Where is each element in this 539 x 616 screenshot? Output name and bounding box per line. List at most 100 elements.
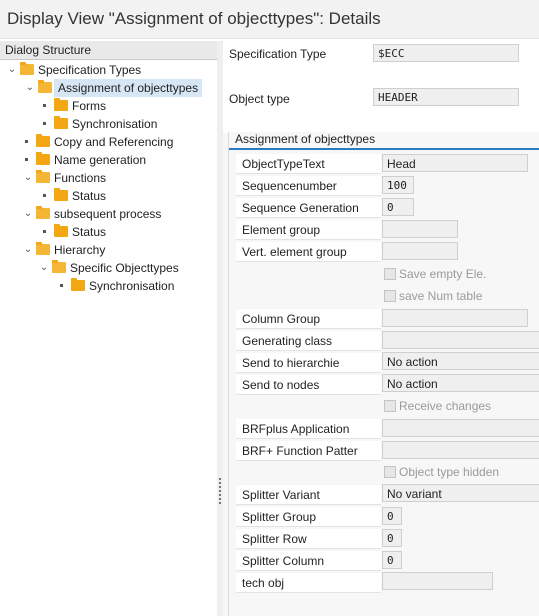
tree-node-label: Specification Types xyxy=(38,63,142,77)
folder-icon xyxy=(71,278,85,291)
brfplus-application-field[interactable] xyxy=(382,419,539,437)
sequencenumber-field[interactable]: 100 xyxy=(382,176,414,194)
save-num-table-checkbox[interactable] xyxy=(384,290,396,302)
tech-obj-label: tech obj xyxy=(236,573,381,593)
folder-open-icon xyxy=(36,242,50,255)
assignment-group: Assignment of objecttypes ObjectTypeText… xyxy=(228,132,539,616)
key-fields-area: Specification Type $ECC Object type HEAD… xyxy=(223,41,539,133)
group-title: Assignment of objecttypes xyxy=(235,132,376,146)
object-type-label: Object type xyxy=(229,92,290,106)
splitter-grip-icon[interactable] xyxy=(219,478,221,504)
folder-open-icon xyxy=(20,62,34,75)
group-title-underline xyxy=(229,148,539,150)
leaf-bullet-icon xyxy=(43,230,46,233)
specification-type-field[interactable]: $ECC xyxy=(373,44,519,62)
collapse-icon[interactable]: ⌄ xyxy=(22,241,34,259)
column-group-label: Column Group xyxy=(236,309,381,329)
collapse-icon[interactable]: ⌄ xyxy=(24,79,36,97)
leaf-bullet-icon xyxy=(43,104,46,107)
tree-node-label: Copy and Referencing xyxy=(54,135,174,149)
vert-element-group-label: Vert. element group xyxy=(236,242,381,262)
folder-icon xyxy=(36,152,50,165)
tree-node-subsequent-process[interactable]: ⌄ subsequent process xyxy=(22,205,202,223)
leaf-bullet-icon xyxy=(25,158,28,161)
tree-node-label: Name generation xyxy=(54,153,147,167)
folder-icon xyxy=(36,134,50,147)
object-type-field[interactable]: HEADER xyxy=(373,88,519,106)
send-to-hierarchie-label: Send to hierarchie xyxy=(236,353,381,373)
splitter-variant-field[interactable]: No variant xyxy=(382,484,539,502)
object-type-text-field[interactable]: Head xyxy=(382,154,528,172)
tree-node-label: Specific Objecttypes xyxy=(70,261,179,275)
splitter-column-field[interactable]: 0 xyxy=(382,551,402,569)
folder-icon xyxy=(54,224,68,237)
leaf-bullet-icon xyxy=(43,122,46,125)
save-empty-checkbox[interactable] xyxy=(384,268,396,280)
receive-changes-checkbox[interactable] xyxy=(384,400,396,412)
tree-node-label: Synchronisation xyxy=(89,279,175,293)
splitter-row-label: Splitter Row xyxy=(236,529,381,549)
splitter-column-label: Splitter Column xyxy=(236,551,381,571)
sequencenumber-label: Sequencenumber xyxy=(236,176,381,196)
element-group-label: Element group xyxy=(236,220,381,240)
tree-node-status[interactable]: Status xyxy=(40,223,200,241)
tree-node-specific-objecttypes[interactable]: ⌄ Specific Objecttypes xyxy=(38,259,208,277)
folder-open-icon xyxy=(38,80,52,93)
dialog-structure-title: Dialog Structure xyxy=(5,43,92,57)
tree-node-label: Forms xyxy=(72,99,106,113)
tree-node-functions[interactable]: ⌄ Functions xyxy=(22,169,202,187)
sequence-generation-field[interactable]: 0 xyxy=(382,198,414,216)
brf-function-pattern-field[interactable] xyxy=(382,441,539,459)
element-group-field[interactable] xyxy=(382,220,458,238)
tree-node-status[interactable]: Status xyxy=(40,187,200,205)
leaf-bullet-icon xyxy=(60,284,63,287)
receive-changes-label: Receive changes xyxy=(399,399,492,413)
folder-open-icon xyxy=(36,170,50,183)
splitter-group-label: Splitter Group xyxy=(236,507,381,527)
object-type-hidden-label: Object type hidden xyxy=(399,465,500,479)
tree-node-hierarchy[interactable]: ⌄ Hierarchy xyxy=(22,241,202,259)
brfplus-application-label: BRFplus Application xyxy=(236,419,381,439)
folder-open-icon xyxy=(36,206,50,219)
folder-icon xyxy=(54,116,68,129)
tree-node-synchronisation[interactable]: Synchronisation xyxy=(57,277,207,295)
collapse-icon[interactable]: ⌄ xyxy=(6,61,18,79)
tree-node-label: Status xyxy=(72,225,107,239)
splitter-row-field[interactable]: 0 xyxy=(382,529,402,547)
vert-element-group-field[interactable] xyxy=(382,242,458,260)
folder-icon xyxy=(54,188,68,201)
send-to-hierarchie-field[interactable]: No action xyxy=(382,352,539,370)
folder-open-icon xyxy=(52,260,66,273)
tree-node-label: Functions xyxy=(54,171,107,185)
splitter-variant-label: Splitter Variant xyxy=(236,485,381,505)
tree-node-label: Hierarchy xyxy=(54,243,106,257)
tech-obj-field[interactable] xyxy=(382,572,493,590)
tree-node-label: Synchronisation xyxy=(72,117,158,131)
column-group-field[interactable] xyxy=(382,309,528,327)
send-to-nodes-label: Send to nodes xyxy=(236,375,381,395)
leaf-bullet-icon xyxy=(25,140,28,143)
tree-node-specification-types[interactable]: ⌄ Specification Types xyxy=(6,61,206,79)
tree-node-forms[interactable]: Forms xyxy=(40,97,200,115)
window-title: Display View "Assignment of objecttypes"… xyxy=(7,9,381,28)
window-title-bar: Display View "Assignment of objecttypes"… xyxy=(0,0,539,39)
tree-node-assignment-of-objecttypes[interactable]: ⌄ Assignment of objecttypes xyxy=(24,79,216,97)
generating-class-field[interactable] xyxy=(382,331,539,349)
send-to-nodes-field[interactable]: No action xyxy=(382,374,539,392)
tree-node-label: Assignment of objecttypes xyxy=(54,79,203,97)
folder-icon xyxy=(54,98,68,111)
collapse-icon[interactable]: ⌄ xyxy=(22,169,34,187)
save-empty-label: Save empty Ele. xyxy=(399,267,487,281)
object-type-hidden-checkbox[interactable] xyxy=(384,466,396,478)
tree-node-copy-and-referencing[interactable]: Copy and Referencing xyxy=(22,133,202,151)
save-num-table-label: save Num table xyxy=(399,289,483,303)
leaf-bullet-icon xyxy=(43,194,46,197)
generating-class-label: Generating class xyxy=(236,331,381,351)
detail-pane: Specification Type $ECC Object type HEAD… xyxy=(223,41,539,616)
collapse-icon[interactable]: ⌄ xyxy=(38,259,50,277)
tree-node-synchronisation[interactable]: Synchronisation xyxy=(40,115,200,133)
collapse-icon[interactable]: ⌄ xyxy=(22,205,34,223)
dialog-structure-pane: Dialog Structure ⌄ Specification Types ⌄… xyxy=(0,41,218,616)
tree-node-name-generation[interactable]: Name generation xyxy=(22,151,202,169)
splitter-group-field[interactable]: 0 xyxy=(382,507,402,525)
